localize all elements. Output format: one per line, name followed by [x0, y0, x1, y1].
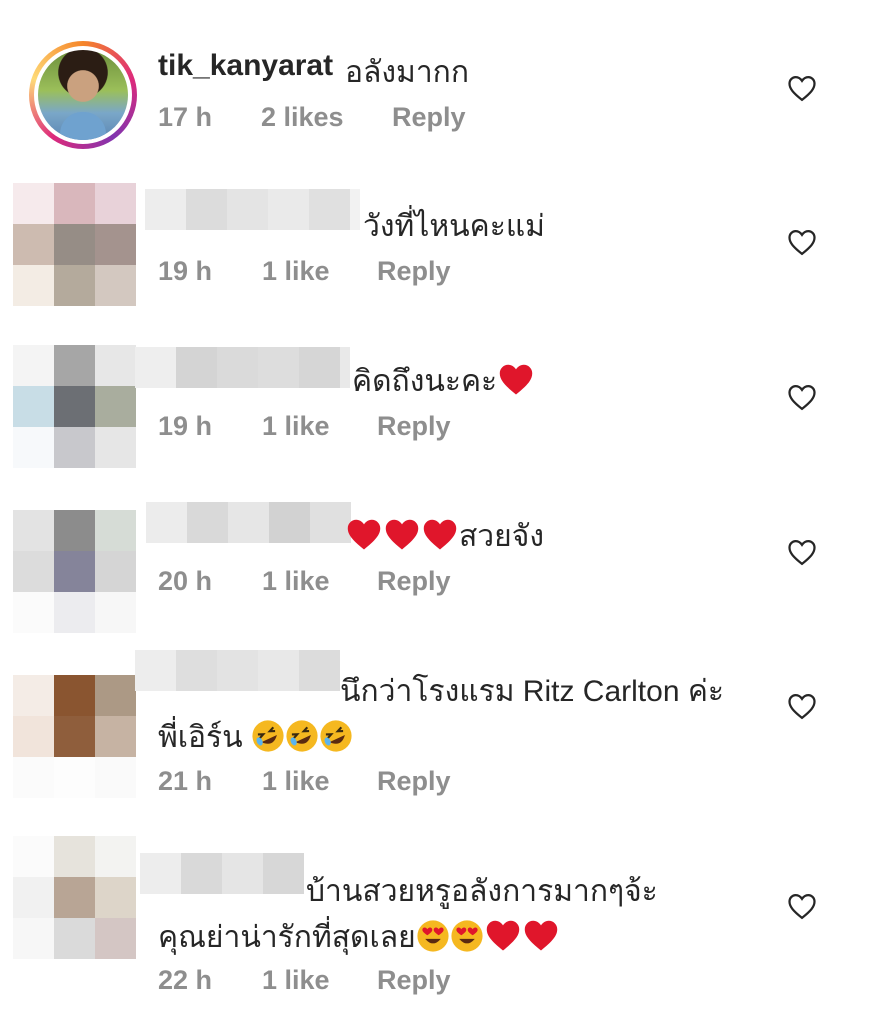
- comment-likes[interactable]: 1 like: [262, 256, 330, 287]
- heart-outline-icon[interactable]: [787, 74, 817, 102]
- heart-outline-icon[interactable]: [787, 692, 817, 720]
- red-heart-emoji: [347, 519, 381, 550]
- comment-time: 19 h: [158, 256, 213, 286]
- blurred-username[interactable]: [135, 650, 340, 691]
- heart-eyes-emoji: [417, 920, 449, 952]
- blurred-username[interactable]: [145, 189, 360, 230]
- rolling-laughing-emoji: [252, 720, 284, 752]
- comment-likes[interactable]: 1 like: [262, 411, 330, 442]
- comment-item: วังที่ไหนคะแม่ 19 h 1 like Reply: [0, 170, 869, 320]
- red-heart-emoji: [524, 920, 557, 951]
- comment-username[interactable]: tik_kanyarat: [158, 49, 333, 83]
- comment-item: บ้านสวยหรูอลังการมากๆจ้ะ คุณย่าน่ารักที่…: [0, 830, 869, 1021]
- blurred-username[interactable]: [135, 347, 350, 388]
- red-heart-emoji: [499, 364, 533, 395]
- comment-likes[interactable]: 1 like: [262, 766, 330, 797]
- avatar[interactable]: [29, 41, 137, 149]
- comment-text: นึกว่าโรงแรม Ritz Carlton ค่ะ: [340, 675, 725, 708]
- reply-button[interactable]: Reply: [377, 411, 451, 442]
- comment-likes[interactable]: 2 likes: [261, 102, 344, 133]
- comment-item: คิดถึงนะคะ 19 h 1 like Reply: [0, 325, 869, 475]
- avatar[interactable]: [13, 675, 136, 798]
- heart-outline-icon[interactable]: [787, 228, 817, 256]
- comment-time: 19 h: [158, 411, 213, 441]
- avatar[interactable]: [13, 183, 136, 306]
- reply-button[interactable]: Reply: [377, 256, 451, 287]
- blurred-username[interactable]: [146, 502, 351, 543]
- rolling-laughing-emoji: [320, 720, 352, 752]
- heart-outline-icon[interactable]: [787, 383, 817, 411]
- comment-item: สวยจัง 20 h 1 like Reply: [0, 480, 869, 635]
- comment-time: 22 h: [158, 965, 213, 995]
- blurred-username[interactable]: [140, 853, 304, 894]
- avatar[interactable]: [13, 510, 136, 633]
- heart-outline-icon[interactable]: [787, 538, 817, 566]
- comment-likes[interactable]: 1 like: [262, 965, 330, 996]
- reply-button[interactable]: Reply: [377, 766, 451, 797]
- rolling-laughing-emoji: [286, 720, 318, 752]
- comment-text: คุณย่าน่ารักที่สุดเลย: [158, 914, 560, 961]
- avatar[interactable]: [13, 345, 136, 468]
- avatar[interactable]: [13, 836, 136, 959]
- comment-item: tik_kanyarat อลังมากก 17 h 2 likes Reply: [0, 0, 869, 160]
- comment-text: วังที่ไหนคะแม่: [363, 210, 545, 243]
- red-heart-emoji: [423, 519, 457, 550]
- reply-button[interactable]: Reply: [392, 102, 466, 133]
- comment-text: คิดถึงนะคะ: [352, 358, 535, 405]
- heart-outline-icon[interactable]: [787, 892, 817, 920]
- reply-button[interactable]: Reply: [377, 566, 451, 597]
- heart-eyes-emoji: [451, 920, 483, 952]
- comment-likes[interactable]: 1 like: [262, 566, 330, 597]
- comment-text: สวยจัง: [345, 513, 544, 560]
- comment-time: 21 h: [158, 766, 213, 796]
- comment-text: บ้านสวยหรูอลังการมากๆจ้ะ: [306, 875, 658, 908]
- comment-time: 17 h: [158, 102, 213, 132]
- reply-button[interactable]: Reply: [377, 965, 451, 996]
- comment-text: พี่เอิร์น: [158, 714, 353, 761]
- comment-item: นึกว่าโรงแรม Ritz Carlton ค่ะ พี่เอิร์น …: [0, 640, 869, 815]
- red-heart-emoji: [385, 519, 419, 550]
- red-heart-emoji: [486, 920, 519, 951]
- comment-time: 20 h: [158, 566, 213, 596]
- comment-text: อลังมากก: [345, 56, 469, 89]
